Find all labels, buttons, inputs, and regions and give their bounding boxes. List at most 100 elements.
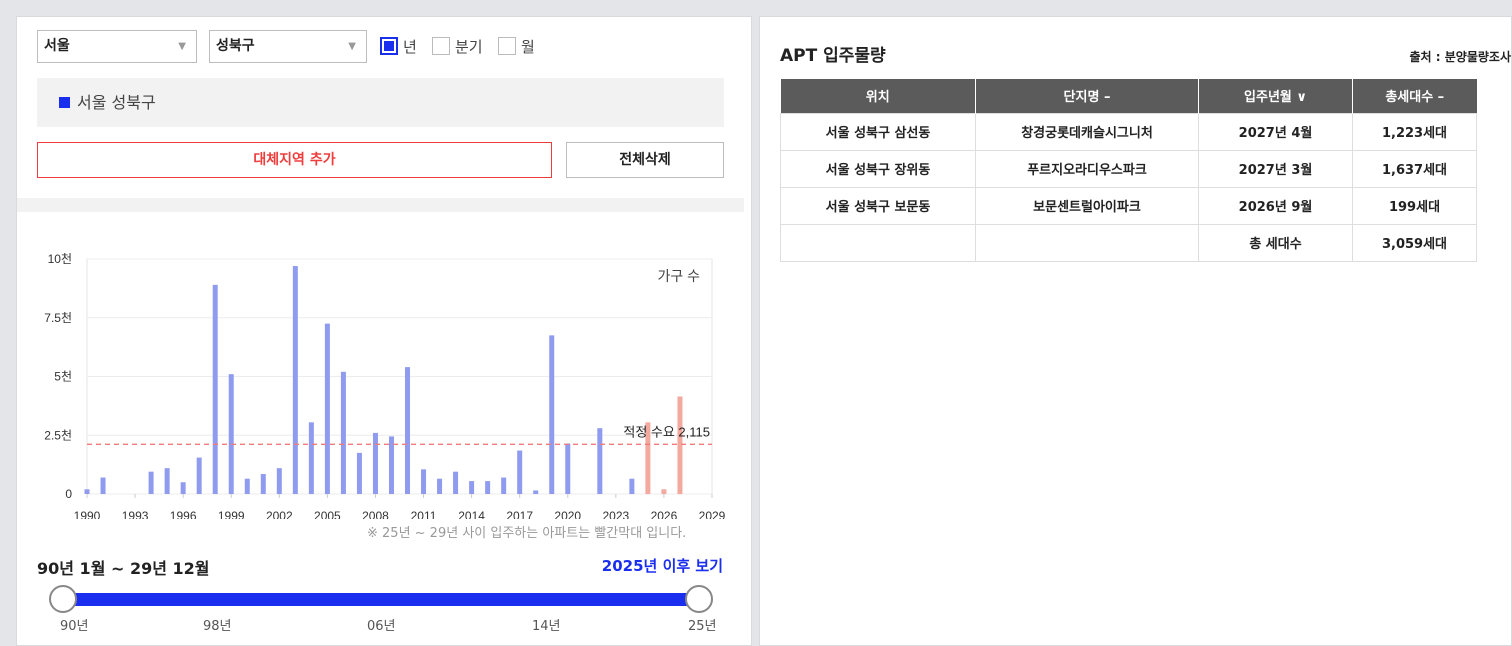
x-tick-label: 2005 — [314, 509, 341, 519]
bar — [260, 474, 266, 494]
table-title: APT 입주물량 — [780, 46, 886, 66]
range-slider-start-handle[interactable] — [49, 585, 77, 613]
bar — [549, 335, 555, 494]
chart-legend-label: 가구 수 — [657, 268, 700, 284]
bar — [324, 323, 330, 494]
region-color-icon — [59, 97, 70, 108]
move-in-table: 위치 단지명 – 입주년월 ∨ 총세대수 – 서울 성북구 삼선동 창경궁롯데캐… — [780, 79, 1477, 262]
bar — [597, 428, 603, 494]
cell-empty — [780, 223, 976, 262]
table-total-row: 총 세대수 3,059세대 — [780, 223, 1477, 262]
table-row: 서울 성북구 장위동 푸르지오라디우스파크 2027년 3월 1,637세대 — [780, 149, 1477, 188]
bar — [421, 469, 427, 494]
x-tick-label: 2026 — [651, 509, 678, 519]
supply-chart: 0 2.5천 5천 7.5천 10천 1990 1993 1996 1999 2002 2005 20… — [44, 251, 726, 519]
bar — [485, 481, 491, 494]
future-bar — [661, 489, 667, 494]
bar — [517, 450, 523, 494]
period-quarter-label: 분기 — [455, 37, 483, 56]
source-label: 출처 : 분양물량조사 — [1409, 50, 1511, 64]
period-year-checkbox[interactable]: 년 — [380, 36, 417, 56]
period-month-label: 월 — [521, 37, 535, 56]
x-tick-label: 2029 — [699, 509, 726, 519]
col-complex-name[interactable]: 단지명 – — [975, 79, 1199, 113]
checkbox-icon — [432, 37, 450, 55]
table-header-row: 위치 단지명 – 입주년월 ∨ 총세대수 – — [780, 79, 1477, 113]
bar — [437, 478, 443, 494]
cell-total-units: 1,223세대 — [1352, 112, 1477, 151]
bar — [180, 482, 186, 494]
checkbox-icon — [498, 37, 516, 55]
bar — [629, 478, 635, 494]
chart-note: ※ 25년 ~ 29년 사이 입주하는 아파트는 빨간막대 입니다. — [367, 526, 687, 541]
bar — [148, 471, 154, 494]
right-panel: APT 입주물량 출처 : 분양물량조사 위치 단지명 – 입주년월 ∨ 총세대… — [759, 16, 1512, 646]
slider-tick: 98년 — [203, 619, 232, 634]
cell-location: 서울 성북구 장위동 — [780, 149, 976, 188]
bar — [292, 266, 298, 494]
bar — [405, 367, 411, 494]
x-tick-label: 1999 — [218, 509, 245, 519]
bar — [212, 284, 218, 494]
x-tick-label: 2017 — [506, 509, 533, 519]
cell-move-in-date: 2026년 9월 — [1198, 186, 1353, 225]
bar — [340, 371, 346, 494]
bar — [356, 452, 362, 494]
delete-all-button[interactable]: 전체삭제 — [566, 142, 724, 178]
x-tick-label: 2023 — [602, 509, 629, 519]
y-tick-label: 7.5천 — [44, 310, 72, 325]
y-tick-label: 2.5천 — [44, 427, 72, 442]
cell-move-in-date: 2027년 4월 — [1198, 112, 1353, 151]
period-quarter-checkbox[interactable]: 분기 — [432, 36, 483, 56]
range-slider-end-handle[interactable] — [685, 585, 713, 613]
x-tick-label: 2002 — [266, 509, 293, 519]
cell-move-in-date: 2027년 3월 — [1198, 149, 1353, 188]
city-select-value: 서울 — [44, 38, 70, 54]
x-tick-label: 1993 — [122, 509, 149, 519]
bar — [100, 477, 106, 494]
x-tick-label: 1996 — [170, 509, 197, 519]
after-2025-link[interactable]: 2025년 이후 보기 — [602, 555, 723, 576]
future-bar — [677, 396, 683, 494]
bar — [276, 468, 282, 494]
district-select-value: 성북구 — [216, 38, 255, 54]
slider-tick: 14년 — [532, 619, 561, 634]
bar — [469, 481, 475, 494]
y-tick-label: 5천 — [54, 369, 72, 384]
cell-location: 서울 성북구 삼선동 — [780, 112, 976, 151]
slider-tick: 90년 — [60, 619, 89, 634]
table-row: 서울 성북구 삼선동 창경궁롯데캐슬시그니처 2027년 4월 1,223세대 — [780, 112, 1477, 151]
cell-total-value: 3,059세대 — [1352, 223, 1477, 262]
range-slider-track[interactable] — [62, 593, 699, 606]
col-move-in-date[interactable]: 입주년월 ∨ — [1198, 79, 1353, 113]
col-total-units[interactable]: 총세대수 – — [1352, 79, 1477, 113]
slider-tick: 06년 — [367, 619, 396, 634]
checkbox-checked-icon — [380, 37, 398, 55]
cell-empty — [975, 223, 1199, 262]
cell-location: 서울 성북구 보문동 — [780, 186, 976, 225]
y-tick-label: 0 — [65, 487, 72, 501]
bar — [84, 489, 90, 494]
bar — [164, 468, 170, 494]
cell-complex-name: 푸르지오라디우스파크 — [975, 149, 1199, 188]
selected-region-box: 서울 성북구 — [37, 78, 724, 127]
x-tick-label: 2020 — [554, 509, 581, 519]
district-select[interactable]: 성북구 ▼ — [209, 30, 367, 63]
bar — [453, 471, 459, 494]
cell-total-label: 총 세대수 — [1198, 223, 1353, 262]
y-tick-label: 10천 — [48, 251, 72, 266]
bar — [244, 478, 250, 494]
bar — [196, 457, 202, 494]
x-tick-label: 1990 — [74, 509, 101, 519]
x-tick-label: 2011 — [411, 509, 437, 519]
cell-complex-name: 보문센트럴아이파크 — [975, 186, 1199, 225]
bar — [372, 432, 378, 494]
city-select[interactable]: 서울 ▼ — [37, 30, 197, 63]
bar — [388, 436, 394, 494]
add-region-button[interactable]: 대체지역 추가 — [37, 142, 552, 178]
x-tick-label: 2008 — [362, 509, 389, 519]
cell-total-units: 199세대 — [1352, 186, 1477, 225]
bar — [308, 422, 314, 494]
period-month-checkbox[interactable]: 월 — [498, 36, 535, 56]
left-panel: 서울 ▼ 성북구 ▼ 년 분기 월 서울 성북구 대체지역 추가 전체삭제 0 2… — [16, 16, 752, 646]
